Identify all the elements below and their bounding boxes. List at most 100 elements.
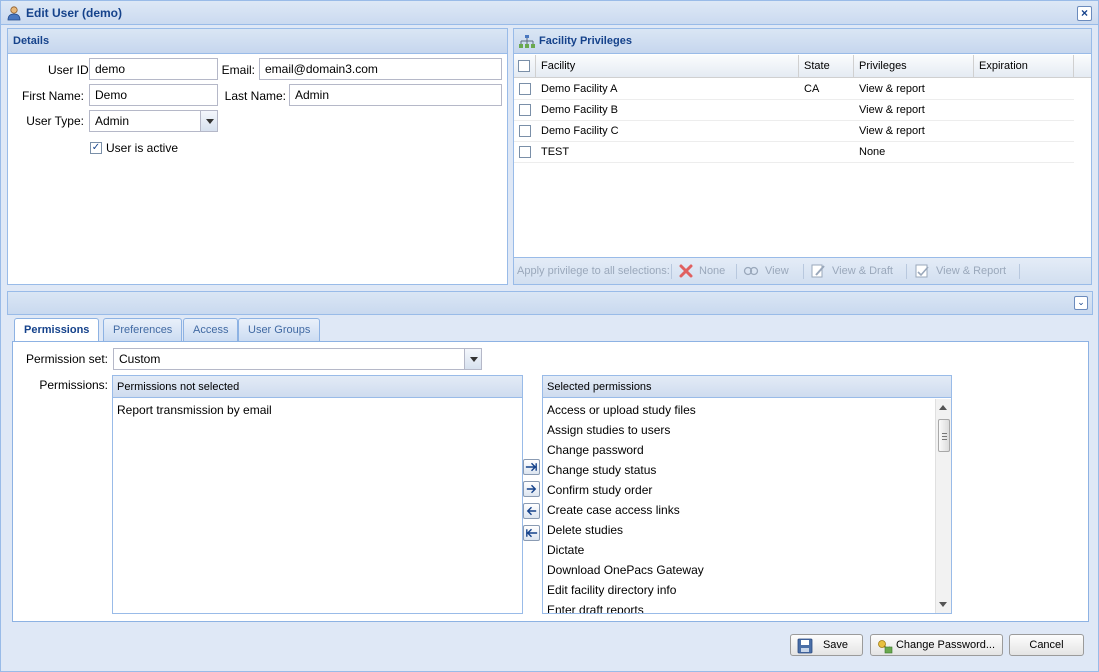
- collapse-icon[interactable]: ⌄: [1074, 296, 1088, 310]
- row-checkbox[interactable]: [519, 104, 531, 116]
- last-name-field[interactable]: Admin: [289, 84, 502, 106]
- move-all-left-button[interactable]: [523, 525, 540, 541]
- facility-expiration: [974, 142, 979, 162]
- selected-permissions-scrollbar[interactable]: [935, 399, 951, 613]
- apply-privilege-label: Apply privilege to all selections:: [517, 265, 670, 277]
- first-name-field[interactable]: Demo: [89, 84, 218, 106]
- toolbar-separator: [736, 264, 737, 279]
- close-icon[interactable]: ×: [1077, 6, 1092, 21]
- list-item[interactable]: Edit facility directory info: [547, 583, 676, 597]
- move-all-right-button[interactable]: [523, 459, 540, 475]
- facility-row[interactable]: Demo Facility A CA View & report: [514, 79, 1074, 100]
- tab-permissions[interactable]: Permissions: [14, 318, 100, 342]
- facility-privileges: View & report: [859, 83, 925, 95]
- privilege-view-draft-button[interactable]: View & Draft: [832, 265, 893, 277]
- facility-row[interactable]: Demo Facility C View & report: [514, 121, 1074, 142]
- list-item[interactable]: Change study status: [547, 463, 656, 477]
- facility-privileges: View & report: [859, 125, 925, 137]
- column-state[interactable]: State: [799, 55, 854, 77]
- list-item[interactable]: Access or upload study files: [547, 403, 696, 417]
- selected-permissions-header: Selected permissions: [543, 376, 951, 398]
- report-icon: [915, 264, 929, 278]
- toolbar-separator: [671, 264, 672, 279]
- scroll-thumb[interactable]: [938, 419, 950, 452]
- user-id-label: User ID:: [47, 63, 92, 77]
- cancel-label: Cancel: [1029, 639, 1064, 651]
- key-lock-icon: [878, 640, 893, 654]
- facility-row[interactable]: TEST None: [514, 142, 1074, 163]
- save-disk-icon: [797, 638, 813, 654]
- facility-name: Demo Facility B: [541, 104, 619, 116]
- change-password-button[interactable]: Change Password...: [870, 634, 1003, 656]
- facility-state: [799, 121, 804, 141]
- tab-user-groups[interactable]: User Groups: [238, 318, 321, 341]
- facility-privileges-title: Facility Privileges: [539, 35, 632, 47]
- tab-preferences[interactable]: Preferences: [103, 318, 183, 341]
- list-item[interactable]: Report transmission by email: [117, 403, 272, 417]
- list-item[interactable]: Delete studies: [547, 523, 623, 537]
- window-title: Edit User (demo): [26, 6, 123, 20]
- list-item[interactable]: Assign studies to users: [547, 423, 670, 437]
- facility-row[interactable]: Demo Facility B View & report: [514, 100, 1074, 121]
- privilege-view-button[interactable]: View: [765, 265, 789, 277]
- window-titlebar[interactable]: Edit User (demo) ×: [1, 1, 1098, 25]
- facility-state: CA: [804, 83, 820, 95]
- select-all-checkbox[interactable]: [518, 60, 530, 72]
- save-button[interactable]: Save: [790, 634, 863, 656]
- row-checkbox[interactable]: [519, 83, 531, 95]
- column-expiration[interactable]: Expiration: [974, 55, 1074, 77]
- delete-x-icon: [679, 264, 693, 278]
- list-item[interactable]: Change password: [547, 443, 644, 457]
- row-checkbox[interactable]: [519, 125, 531, 137]
- list-item[interactable]: Dictate: [547, 543, 584, 557]
- change-password-label: Change Password...: [895, 639, 996, 651]
- permissions-not-selected-list[interactable]: Permissions not selected Report transmis…: [112, 375, 523, 614]
- move-left-button[interactable]: [523, 503, 540, 519]
- cancel-button[interactable]: Cancel: [1009, 634, 1084, 656]
- scroll-grip: [942, 433, 947, 434]
- select-all-column[interactable]: [514, 55, 536, 77]
- facility-privileges: None: [859, 146, 886, 158]
- selected-permissions-list[interactable]: Selected permissions Access or upload st…: [542, 375, 952, 614]
- user-id-field[interactable]: demo: [89, 58, 218, 80]
- email-label: Email:: [221, 63, 255, 77]
- facility-name: Demo Facility C: [541, 125, 619, 137]
- network-icon: [519, 35, 535, 48]
- email-field[interactable]: email@domain3.com: [259, 58, 502, 80]
- permission-set-select[interactable]: Custom: [113, 348, 482, 370]
- facility-expiration: [974, 100, 979, 120]
- list-item[interactable]: Confirm study order: [547, 483, 652, 497]
- row-checkbox[interactable]: [519, 146, 531, 158]
- scroll-down-icon[interactable]: [939, 602, 947, 607]
- toolbar-separator: [1019, 264, 1020, 279]
- facility-privileges: View & report: [859, 104, 925, 116]
- privilege-view-report-button[interactable]: View & Report: [936, 265, 1006, 277]
- chevron-down-icon[interactable]: [200, 111, 217, 131]
- user-type-label: User Type:: [26, 114, 84, 128]
- first-name-label: First Name:: [21, 89, 84, 103]
- list-item[interactable]: Create case access links: [547, 503, 680, 517]
- privilege-none-button[interactable]: None: [699, 265, 725, 277]
- user-type-value: Admin: [95, 114, 130, 128]
- facility-name: TEST: [541, 146, 570, 158]
- user-active-checkbox[interactable]: ✓: [90, 142, 102, 154]
- permission-set-label: Permission set:: [25, 352, 108, 366]
- facility-state: [799, 100, 804, 120]
- edit-user-window: Edit User (demo) × Details User ID: demo…: [0, 0, 1099, 672]
- toolbar-separator: [803, 264, 804, 279]
- user-type-select[interactable]: Admin: [89, 110, 218, 132]
- column-privileges[interactable]: Privileges: [854, 55, 974, 77]
- list-item[interactable]: Download OnePacs Gateway: [547, 563, 704, 577]
- list-item[interactable]: Enter draft reports: [547, 603, 644, 613]
- edit-document-icon: [811, 264, 825, 278]
- column-facility[interactable]: Facility: [536, 55, 799, 77]
- move-all-right-icon: [525, 462, 537, 472]
- permission-set-value: Custom: [119, 352, 161, 366]
- tab-access[interactable]: Access: [183, 318, 239, 341]
- chevron-down-icon[interactable]: [464, 349, 481, 369]
- move-right-button[interactable]: [523, 481, 540, 497]
- facility-expiration: [974, 121, 979, 141]
- scroll-up-icon[interactable]: [939, 405, 947, 410]
- arrow-left-icon: [526, 506, 537, 516]
- view-icon: [743, 266, 759, 276]
